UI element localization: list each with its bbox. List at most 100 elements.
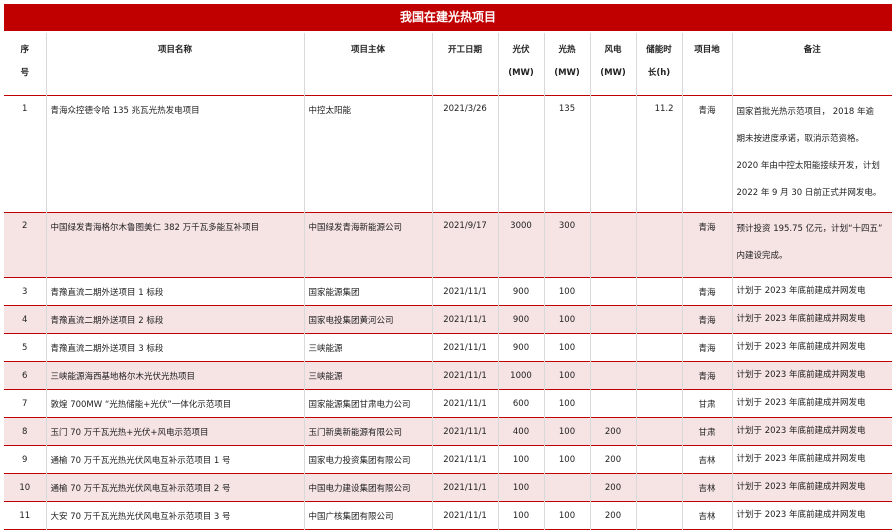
cell-start: 2021/11/1	[432, 473, 499, 502]
cell-pv: 900	[498, 305, 545, 334]
cell-csp: 100	[544, 445, 591, 474]
cell-csp: 100	[544, 389, 591, 418]
table-row: 4 青豫直流二期外送项目 2 标段 国家电投集团黄河公司 2021/11/1 900 10…	[4, 305, 892, 334]
header-row: 序号 项目名称 项目主体 开工日期 光伏 (MW) 光热 (MW) 风电 (MW) 储…	[4, 33, 892, 96]
cell-wind	[590, 212, 637, 278]
cell-note: 预计投资 195.75 亿元，计划“十四五” 内建设完成。	[732, 212, 892, 278]
cell-pv: 600	[498, 389, 545, 418]
projects-table: 序号 项目名称 项目主体 开工日期 光伏 (MW) 光热 (MW) 风电 (MW) 储…	[4, 33, 892, 530]
cell-wind	[590, 333, 637, 362]
cell-csp: 100	[544, 417, 591, 446]
cell-owner: 中控太阳能	[304, 95, 433, 213]
cell-location: 甘肃	[682, 417, 733, 446]
cell-wind	[590, 389, 637, 418]
cell-note: 计划于 2023 年底前建成并网发电	[732, 473, 892, 502]
cell-csp: 100	[544, 501, 591, 530]
cell-storage	[636, 445, 683, 474]
cell-owner: 中国电力建设集团有限公司	[304, 473, 433, 502]
cell-csp: 100	[544, 305, 591, 334]
note-line: 计划于 2023 年底前建成并网发电	[736, 426, 866, 436]
cell-location: 吉林	[682, 473, 733, 502]
cell-csp: 100	[544, 361, 591, 390]
table-row: 10 通榆 70 万千瓦光热光伏风电互补示范项目 2 号中国电力建设集团有限公司 2…	[4, 473, 892, 502]
cell-start: 2021/9/17	[432, 212, 499, 278]
cell-owner: 三峡能源	[304, 333, 433, 362]
cell-pv: 100	[498, 445, 545, 474]
cell-note: 计划于 2023 年底前建成并网发电	[732, 334, 892, 362]
cell-no: 8	[4, 417, 47, 446]
col-pv: 光伏 (MW)	[498, 33, 545, 96]
table-row: 2 中国绿发青海格尔木鲁图美仁 382 万千瓦多能互补项目 中国绿发青海新能源公司 2…	[4, 212, 892, 278]
cell-name: 青海众控德令哈 135 兆瓦光热发电项目	[46, 95, 305, 213]
col-start: 开工日期	[432, 33, 499, 96]
cell-name: 大安 70 万千瓦光热光伏风电互补示范项目 3 号	[46, 501, 305, 530]
cell-storage	[636, 361, 683, 390]
cell-wind: 200	[590, 473, 637, 502]
cell-name: 中国绿发青海格尔木鲁图美仁 382 万千瓦多能互补项目	[46, 212, 305, 278]
note-line: 期未按进度承诺，取消示范资格。	[736, 134, 865, 144]
report-page: 我国在建光热项目 序号 项目名称 项目主体 开工日期 光伏 (MW) 光热 (MW)…	[0, 0, 894, 530]
cell-pv: 900	[498, 277, 545, 306]
cell-name: 青豫直流二期外送项目 2 标段	[46, 305, 305, 334]
cell-start: 2021/11/1	[432, 277, 499, 306]
cell-note: 计划于 2023 年底前建成并网发电	[732, 361, 892, 390]
cell-storage	[636, 277, 683, 306]
cell-csp: 135	[544, 95, 591, 213]
cell-wind: 200	[590, 445, 637, 474]
table-row: 11 大安 70 万千瓦光热光伏风电互补示范项目 3 号中国广核集团有限公司 202…	[4, 501, 892, 530]
note-line: 计划于 2023 年底前建成并网发电	[736, 510, 866, 520]
cell-name: 青豫直流二期外送项目 3 标段	[46, 333, 305, 362]
cell-owner: 国家能源集团	[304, 277, 433, 306]
col-csp: 光热 (MW)	[544, 33, 591, 96]
cell-storage	[636, 473, 683, 502]
cell-note: 计划于 2023 年底前建成并网发电	[732, 446, 892, 474]
cell-no: 6	[4, 361, 47, 390]
cell-wind	[590, 361, 637, 390]
cell-name: 敦煌 700MW “光热储能+光伏”一体化示范项目	[46, 389, 305, 418]
cell-start: 2021/11/1	[432, 445, 499, 474]
note-line: 计划于 2023 年底前建成并网发电	[736, 370, 866, 380]
cell-no: 2	[4, 212, 47, 278]
cell-pv: 100	[498, 501, 545, 530]
note-line: 计划于 2023 年底前建成并网发电	[736, 454, 866, 464]
note-line: 预计投资 195.75 亿元，计划“十四五”	[736, 224, 883, 234]
cell-owner: 国家电力投资集团有限公司	[304, 445, 433, 474]
cell-owner: 国家能源集团甘肃电力公司	[304, 389, 433, 418]
note-line: 计划于 2023 年底前建成并网发电	[736, 286, 866, 296]
cell-name: 三峡能源海西基地格尔木光伏光热项目	[46, 361, 305, 390]
col-wind: 风电 (MW)	[590, 33, 637, 96]
cell-storage	[636, 212, 683, 278]
note-line: 2020 年由中控太阳能接续开发，计划	[736, 161, 880, 171]
cell-note: 计划于 2023 年底前建成并网发电	[732, 390, 892, 418]
cell-no: 3	[4, 277, 47, 306]
cell-pv: 1000	[498, 361, 545, 390]
col-note: 备注	[803, 45, 821, 55]
col-location: 项目地	[682, 33, 733, 96]
cell-owner: 玉门新奥新能源有限公司	[304, 417, 433, 446]
table-title: 我国在建光热项目	[4, 4, 892, 31]
cell-csp	[544, 473, 591, 502]
note-line: 2022 年 9 月 30 日前正式并网发电。	[736, 188, 882, 198]
cell-wind	[590, 277, 637, 306]
table-row: 8 玉门 70 万千瓦光热+光伏+风电示范项目 玉门新奥新能源有限公司 2021/11…	[4, 417, 892, 446]
cell-csp: 100	[544, 277, 591, 306]
note-line: 内建设完成。	[736, 251, 788, 261]
cell-start: 2021/11/1	[432, 501, 499, 530]
cell-wind: 200	[590, 417, 637, 446]
cell-storage: 11.2	[636, 95, 683, 213]
note-line: 计划于 2023 年底前建成并网发电	[736, 398, 866, 408]
cell-note: 计划于 2023 年底前建成并网发电	[732, 305, 892, 334]
cell-pv: 900	[498, 333, 545, 362]
table-row: 9 通榆 70 万千瓦光热光伏风电互补示范项目 1 号国家电力投资集团有限公司 20…	[4, 445, 892, 474]
cell-owner: 三峡能源	[304, 361, 433, 390]
cell-pv: 100	[498, 473, 545, 502]
cell-location: 青海	[682, 333, 733, 362]
cell-storage	[636, 333, 683, 362]
cell-name: 青豫直流二期外送项目 1 标段	[46, 277, 305, 306]
cell-no: 10	[4, 473, 47, 502]
note-line: 计划于 2023 年底前建成并网发电	[736, 342, 866, 352]
col-no: 序号	[4, 33, 47, 96]
cell-start: 2021/11/1	[432, 361, 499, 390]
cell-pv: 400	[498, 417, 545, 446]
cell-name: 玉门 70 万千瓦光热+光伏+风电示范项目	[46, 417, 305, 446]
